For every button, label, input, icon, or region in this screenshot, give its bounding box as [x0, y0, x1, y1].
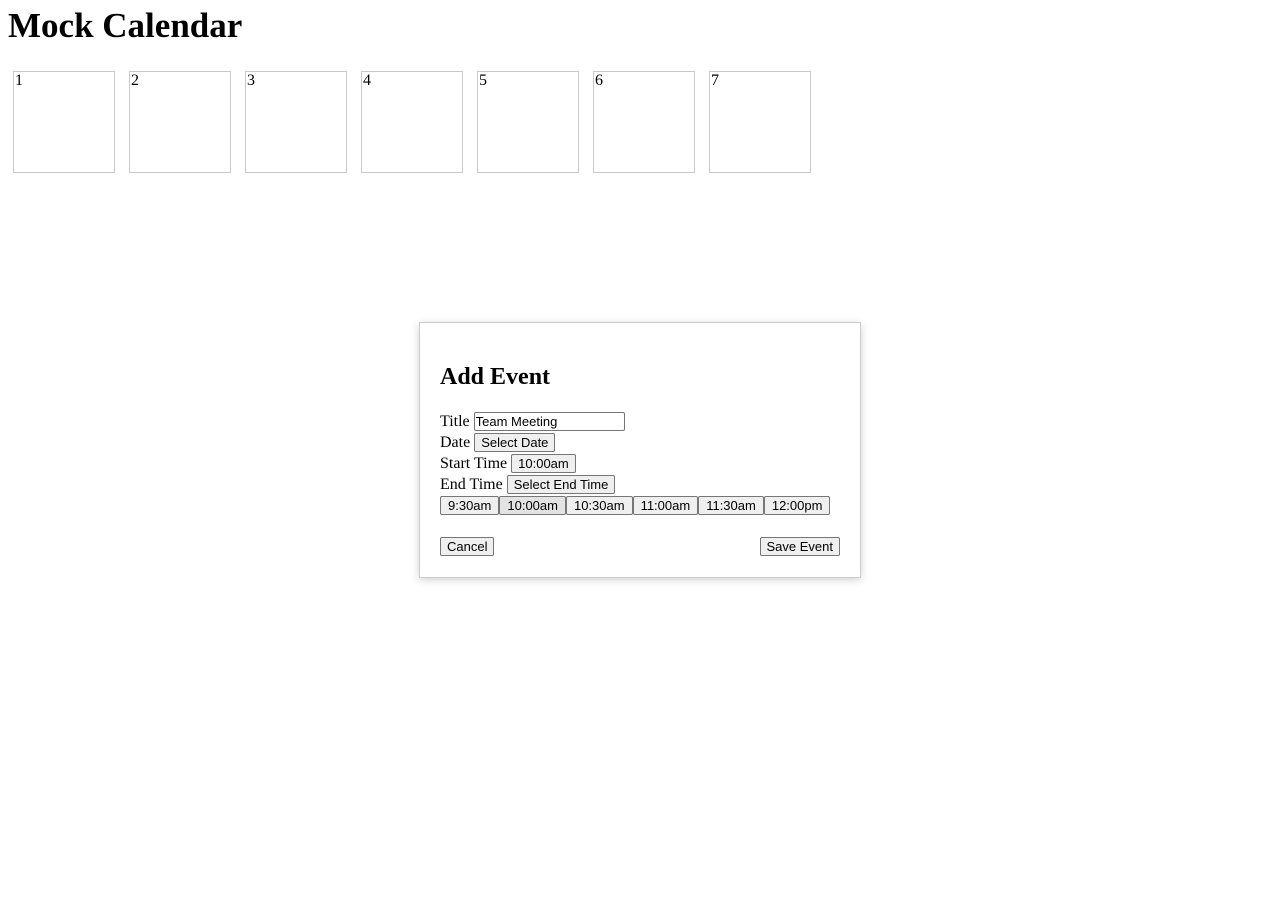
day-number: 7: [711, 72, 719, 89]
add-event-modal: Add Event Title Date Select Date Start T…: [419, 322, 861, 578]
time-option-button[interactable]: 12:00pm: [763, 496, 831, 515]
save-event-button[interactable]: Save Event: [759, 537, 840, 556]
modal-actions: Cancel Save Event: [440, 537, 840, 556]
start-time-label: Start Time: [440, 454, 508, 472]
day-number: 3: [247, 72, 255, 89]
day-cell-6[interactable]: 6: [593, 71, 695, 173]
day-cell-5[interactable]: 5: [477, 71, 579, 173]
time-option-button[interactable]: 11:00am: [632, 496, 699, 515]
time-option-button[interactable]: 9:30am: [440, 496, 500, 515]
day-number: 6: [595, 72, 603, 89]
date-row: Date Select Date: [440, 432, 840, 453]
time-options: 9:30am 10:00am 10:30am 11:00am 11:30am 1…: [440, 495, 840, 516]
day-number: 5: [479, 72, 487, 89]
day-cell-4[interactable]: 4: [361, 71, 463, 173]
day-number: 4: [363, 72, 371, 89]
day-cell-3[interactable]: 3: [245, 71, 347, 173]
title-label: Title: [440, 412, 470, 430]
day-number: 2: [131, 72, 139, 89]
time-option-button[interactable]: 10:00am: [499, 496, 566, 515]
time-option-button[interactable]: 10:30am: [565, 496, 633, 515]
time-option-button[interactable]: 11:30am: [698, 496, 764, 515]
end-time-row: End Time Select End Time: [440, 474, 840, 495]
start-time-row: Start Time 10:00am: [440, 453, 840, 474]
date-label: Date: [440, 433, 471, 451]
select-date-button[interactable]: Select Date: [474, 433, 556, 452]
title-row: Title: [440, 411, 840, 432]
day-cell-7[interactable]: 7: [709, 71, 811, 173]
cancel-button[interactable]: Cancel: [440, 537, 495, 556]
start-time-button[interactable]: 10:00am: [511, 454, 576, 473]
title-input[interactable]: [473, 412, 625, 431]
day-cell-2[interactable]: 2: [129, 71, 231, 173]
select-end-time-button[interactable]: Select End Time: [506, 475, 616, 494]
modal-title: Add Event: [440, 364, 551, 390]
page-title: Mock Calendar: [8, 6, 243, 45]
day-cell-1[interactable]: 1: [13, 71, 115, 173]
day-number: 1: [15, 72, 23, 89]
calendar-grid: 1 2 3 4 5 6 7: [13, 71, 811, 173]
end-time-label: End Time: [440, 475, 503, 493]
event-form: Title Date Select Date Start Time 10:00a…: [440, 411, 840, 516]
